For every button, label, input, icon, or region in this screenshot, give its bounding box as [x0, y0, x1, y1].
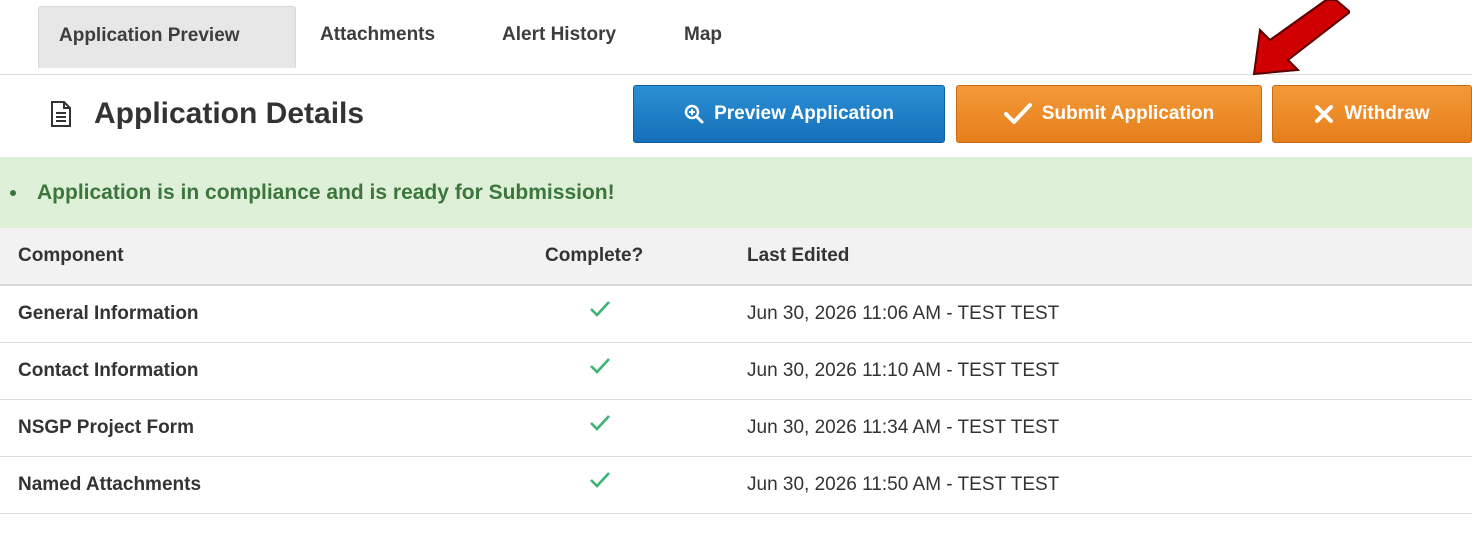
component-name[interactable]: Named Attachments — [18, 457, 201, 513]
checkmark-icon — [590, 358, 610, 374]
checkmark-icon — [1003, 103, 1032, 124]
component-name[interactable]: Contact Information — [18, 343, 199, 399]
last-edited-value: Jun 30, 2026 11:10 AM - TEST TEST — [747, 360, 1060, 381]
zoom-in-icon — [684, 104, 704, 124]
tab-attachments[interactable]: Attachments — [300, 6, 455, 68]
submit-application-label: Submit Application — [1041, 103, 1215, 124]
checkmark-icon — [590, 472, 610, 488]
preview-application-button[interactable]: Preview Application — [633, 85, 945, 143]
last-edited-value: Jun 30, 2026 11:34 AM - TEST TEST — [747, 417, 1060, 438]
component-name[interactable]: NSGP Project Form — [18, 400, 194, 456]
column-header-last-edited: Last Edited — [747, 245, 850, 266]
preview-application-label: Preview Application — [714, 103, 894, 124]
tab-map[interactable]: Map — [664, 6, 742, 68]
component-name[interactable]: General Information — [18, 286, 199, 342]
table-row: Named Attachments Jun 30, 2026 11:50 AM … — [0, 457, 1472, 514]
column-header-complete: Complete? — [545, 245, 644, 266]
compliance-alert: Application is in compliance and is read… — [0, 157, 1472, 228]
last-edited-value: Jun 30, 2026 11:06 AM - TEST TEST — [747, 303, 1060, 324]
alert-bullet-icon — [10, 190, 16, 196]
alert-message: Application is in compliance and is read… — [37, 181, 615, 204]
document-icon — [51, 101, 71, 127]
last-edited-value: Jun 30, 2026 11:50 AM - TEST TEST — [747, 474, 1060, 495]
tab-alert-history[interactable]: Alert History — [482, 6, 636, 68]
page-header: Application Details Preview Application … — [0, 75, 1472, 157]
table-row: General Information Jun 30, 2026 11:06 A… — [0, 286, 1472, 343]
table-header: Component Complete? Last Edited — [0, 228, 1472, 286]
page-title-text: Application Details — [94, 97, 365, 130]
tab-application-preview[interactable]: Application Preview — [38, 6, 296, 68]
close-icon — [1315, 105, 1334, 123]
components-table: Component Complete? Last Edited General … — [0, 228, 1472, 514]
red-arrow-icon — [1252, 0, 1350, 76]
withdraw-button[interactable]: Withdraw — [1272, 85, 1472, 143]
checkmark-icon — [590, 415, 610, 431]
submit-application-button[interactable]: Submit Application — [956, 85, 1262, 143]
page-title: Application Details — [50, 97, 364, 131]
withdraw-label: Withdraw — [1344, 103, 1430, 124]
table-row: Contact Information Jun 30, 2026 11:10 A… — [0, 343, 1472, 400]
checkmark-icon — [590, 301, 610, 317]
column-header-component: Component — [18, 245, 124, 266]
table-row: NSGP Project Form Jun 30, 2026 11:34 AM … — [0, 400, 1472, 457]
